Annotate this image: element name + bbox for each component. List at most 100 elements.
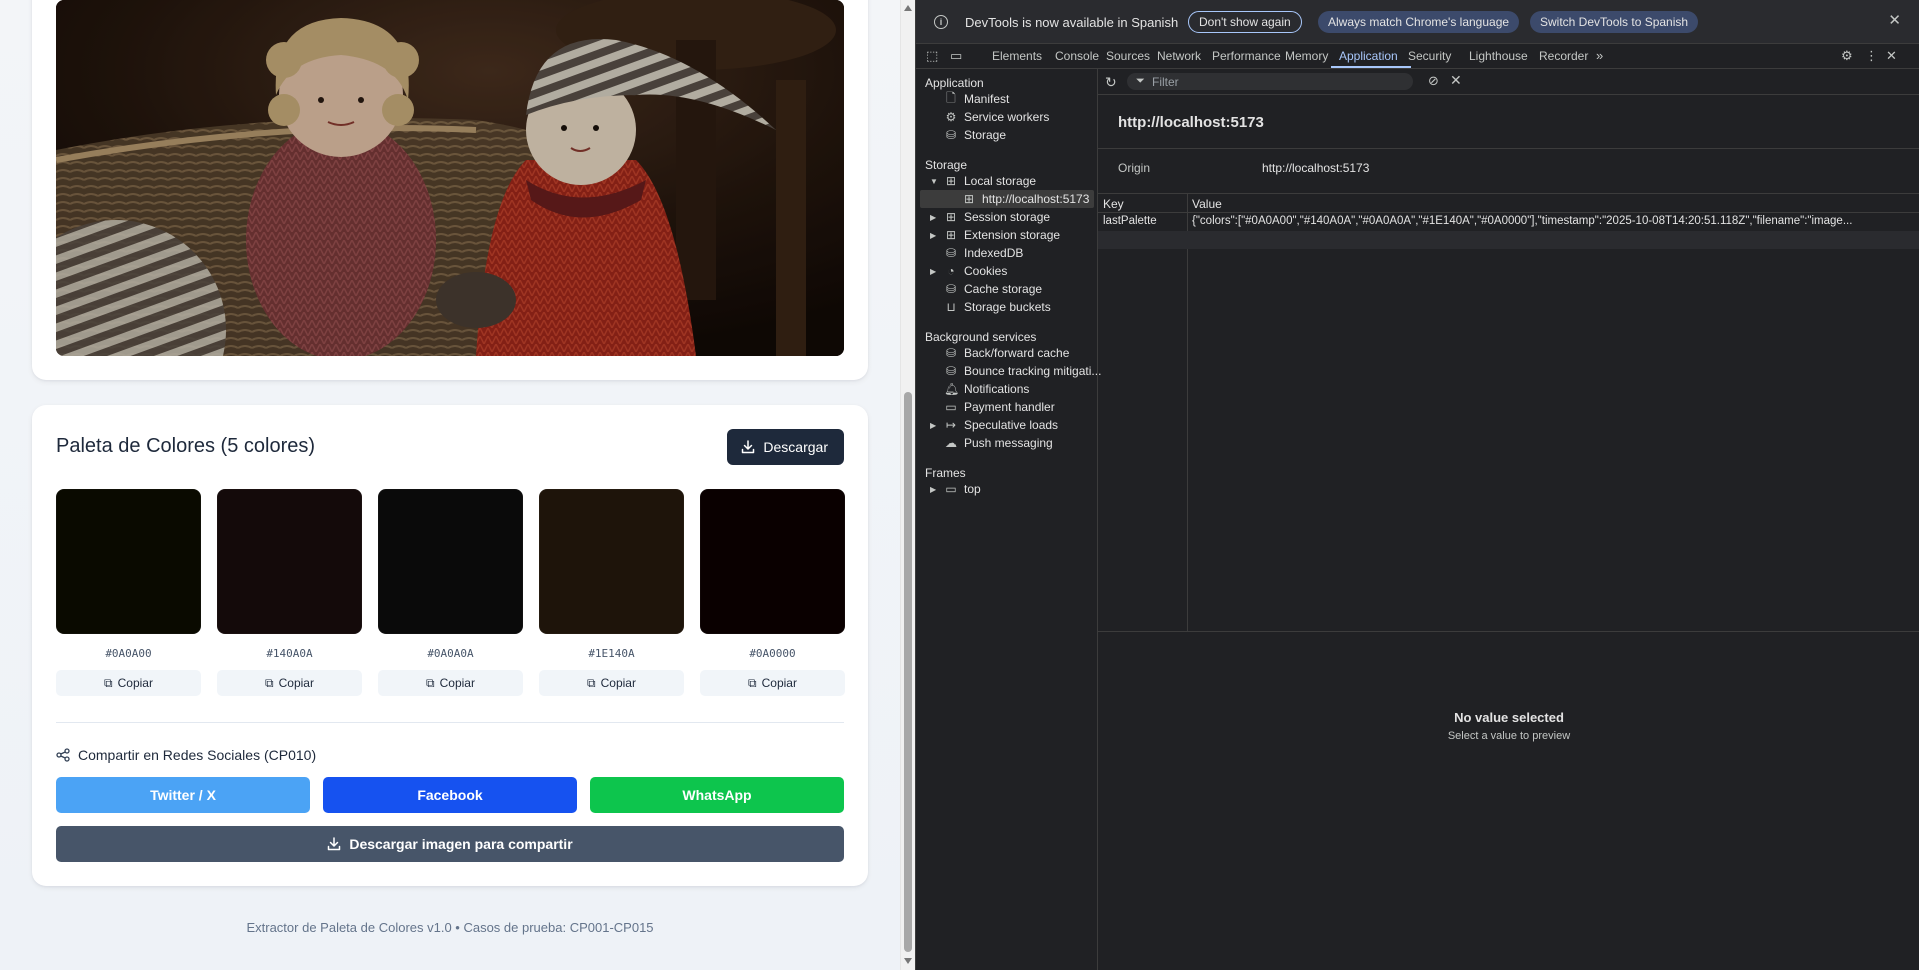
column-divider[interactable]: [1187, 194, 1188, 631]
sidebar-item-label: http://localhost:5173: [982, 192, 1090, 206]
collapsed-arrow-icon[interactable]: ▶: [930, 485, 936, 494]
color-swatch[interactable]: [378, 489, 523, 634]
collapsed-arrow-icon[interactable]: ▶: [930, 267, 936, 276]
column-header-key[interactable]: Key: [1103, 197, 1124, 211]
sidebar-item-service-workers[interactable]: ⚙ Service workers: [944, 108, 1050, 126]
empty-table-row[interactable]: [1098, 231, 1919, 249]
scroll-down-arrow-icon[interactable]: [904, 958, 912, 964]
palette-title: Paleta de Colores (5 colores): [56, 435, 316, 457]
sidebar-item-storage-buckets[interactable]: ⊔ Storage buckets: [944, 298, 1051, 316]
share-facebook-button[interactable]: Facebook: [323, 777, 577, 813]
tab-security[interactable]: Security: [1408, 49, 1451, 63]
sidebar-item-local-storage-origin[interactable]: ⊞ http://localhost:5173: [920, 190, 1094, 208]
sidebar-item-push-messaging[interactable]: ☁ Push messaging: [944, 434, 1053, 452]
tab-application[interactable]: Application: [1339, 49, 1398, 63]
tab-performance[interactable]: Performance: [1212, 49, 1281, 63]
copy-button-label: Copiar: [600, 676, 636, 690]
always-match-language-button[interactable]: Always match Chrome's language: [1318, 11, 1520, 33]
copy-button[interactable]: ⧉ Copiar: [56, 670, 201, 696]
more-tabs-icon[interactable]: »: [1596, 48, 1603, 63]
more-options-icon[interactable]: ⋮: [1865, 48, 1878, 64]
sidebar-item-speculative-loads[interactable]: ▶ ↦ Speculative loads: [930, 416, 1058, 434]
sidebar-item-label: Bounce tracking mitigati...: [964, 364, 1102, 378]
download-share-image-button[interactable]: Descargar imagen para compartir: [56, 826, 844, 862]
color-swatch[interactable]: [539, 489, 684, 634]
storage-main-panel: ↻ ⏷ Filter ⊘ ✕ http://localhost:5173 Ori…: [1098, 69, 1919, 970]
color-swatch[interactable]: [700, 489, 845, 634]
color-swatch[interactable]: [56, 489, 201, 634]
tab-elements[interactable]: Elements: [992, 49, 1042, 63]
share-section-label: Compartir en Redes Sociales (CP010): [78, 747, 317, 763]
color-swatch-card: #140A0A ⧉ Copiar: [217, 489, 362, 696]
share-twitter-button[interactable]: Twitter / X: [56, 777, 310, 813]
sidebar-item-label: Manifest: [964, 92, 1010, 106]
color-swatch-card: #0A0A00 ⧉ Copiar: [56, 489, 201, 696]
tab-recorder[interactable]: Recorder: [1539, 49, 1588, 63]
copy-button[interactable]: ⧉ Copiar: [539, 670, 684, 696]
sidebar-item-label: Service workers: [964, 110, 1050, 124]
sidebar-item-label: Storage buckets: [964, 300, 1051, 314]
sidebar-item-session-storage[interactable]: ▶ ⊞ Session storage: [930, 208, 1050, 226]
sidebar-item-label: Local storage: [964, 174, 1037, 188]
sidebar-item-notifications[interactable]: 🔔︎ Notifications: [944, 380, 1029, 398]
expanded-arrow-icon[interactable]: ▼: [930, 177, 938, 186]
copy-icon: ⧉: [104, 675, 113, 690]
sidebar-item-extension-storage[interactable]: ▶ ⊞ Extension storage: [930, 226, 1060, 244]
database-icon: ⛁: [945, 364, 957, 378]
close-devtools-icon[interactable]: ✕: [1886, 48, 1897, 64]
tab-network[interactable]: Network: [1157, 49, 1201, 63]
frame-icon: ▭: [945, 482, 957, 496]
sidebar-item-frame-top[interactable]: ▶ ▭ top: [930, 480, 981, 498]
sidebar-item-label: Cache storage: [964, 282, 1043, 296]
gear-icon[interactable]: ⚙: [1841, 48, 1853, 64]
copy-button[interactable]: ⧉ Copiar: [217, 670, 362, 696]
sidebar-item-cache-storage[interactable]: ⛁ Cache storage: [944, 280, 1042, 298]
copy-button[interactable]: ⧉ Copiar: [700, 670, 845, 696]
inspect-element-icon[interactable]: ⬚: [926, 48, 938, 64]
share-whatsapp-button[interactable]: WhatsApp: [590, 777, 844, 813]
sidebar-item-manifest[interactable]: 🗋 Manifest: [944, 90, 1009, 108]
switch-to-spanish-button[interactable]: Switch DevTools to Spanish: [1530, 11, 1699, 33]
scrollbar-thumb[interactable]: [904, 392, 912, 952]
page-footer: Extractor de Paleta de Colores v1.0 • Ca…: [246, 920, 654, 935]
filter-input[interactable]: ⏷ Filter: [1127, 73, 1413, 90]
sidebar-item-payment-handler[interactable]: ▭ Payment handler: [944, 398, 1054, 416]
tab-lighthouse[interactable]: Lighthouse: [1469, 49, 1528, 63]
sidebar-item-local-storage[interactable]: ▼ ⊞ Local storage: [930, 172, 1037, 190]
tab-memory[interactable]: Memory: [1285, 49, 1328, 63]
refresh-icon[interactable]: ↻: [1105, 74, 1117, 91]
page-scrollbar[interactable]: [900, 0, 915, 970]
sidebar-item-indexeddb[interactable]: ⛁ IndexedDB: [944, 244, 1023, 262]
arrow-bar-icon: ↦: [945, 418, 957, 432]
color-swatch[interactable]: [217, 489, 362, 634]
copy-button[interactable]: ⧉ Copiar: [378, 670, 523, 696]
column-header-value[interactable]: Value: [1192, 197, 1222, 211]
delete-selected-icon[interactable]: ✕: [1450, 72, 1462, 89]
sidebar-item-bounce-tracking[interactable]: ⛁ Bounce tracking mitigati...: [944, 362, 1101, 380]
sidebar-heading-frames: Frames: [925, 466, 966, 480]
sidebar-item-back-forward-cache[interactable]: ⛁ Back/forward cache: [944, 344, 1069, 362]
download-button[interactable]: Descargar: [727, 429, 844, 465]
table-row[interactable]: lastPalette {"colors":["#0A0A00","#140A0…: [1098, 213, 1919, 231]
swatch-hex-code: #140A0A: [266, 647, 313, 660]
sidebar-item-label: IndexedDB: [964, 246, 1024, 260]
bucket-icon: ⊔: [946, 300, 956, 314]
sidebar-item-cookies[interactable]: ▶ ◔ Cookies: [930, 262, 1008, 280]
scroll-up-arrow-icon[interactable]: [904, 5, 912, 11]
device-toolbar-icon[interactable]: ▭: [950, 48, 962, 64]
tab-sources[interactable]: Sources: [1106, 49, 1150, 63]
collapsed-arrow-icon[interactable]: ▶: [930, 213, 936, 222]
tab-console[interactable]: Console: [1055, 49, 1099, 63]
sidebar-item-storage[interactable]: ⛁ Storage: [944, 126, 1006, 144]
knitted-dolls-photo: [56, 0, 844, 356]
table-icon: ⊞: [945, 210, 957, 224]
close-icon[interactable]: ✕: [1888, 11, 1901, 29]
dont-show-again-button[interactable]: Don't show again: [1188, 11, 1302, 33]
collapsed-arrow-icon[interactable]: ▶: [930, 421, 936, 430]
sidebar-item-label: Cookies: [964, 264, 1008, 278]
application-sidebar: Application 🗋 Manifest ⚙ Service workers ⛁…: [916, 69, 1101, 970]
collapsed-arrow-icon[interactable]: ▶: [930, 231, 936, 240]
download-icon: [742, 440, 755, 454]
devtools-tabbar: ⬚ ▭ Elements Console Sources Network Per…: [916, 44, 1919, 69]
clear-all-icon[interactable]: ⊘: [1428, 73, 1439, 89]
